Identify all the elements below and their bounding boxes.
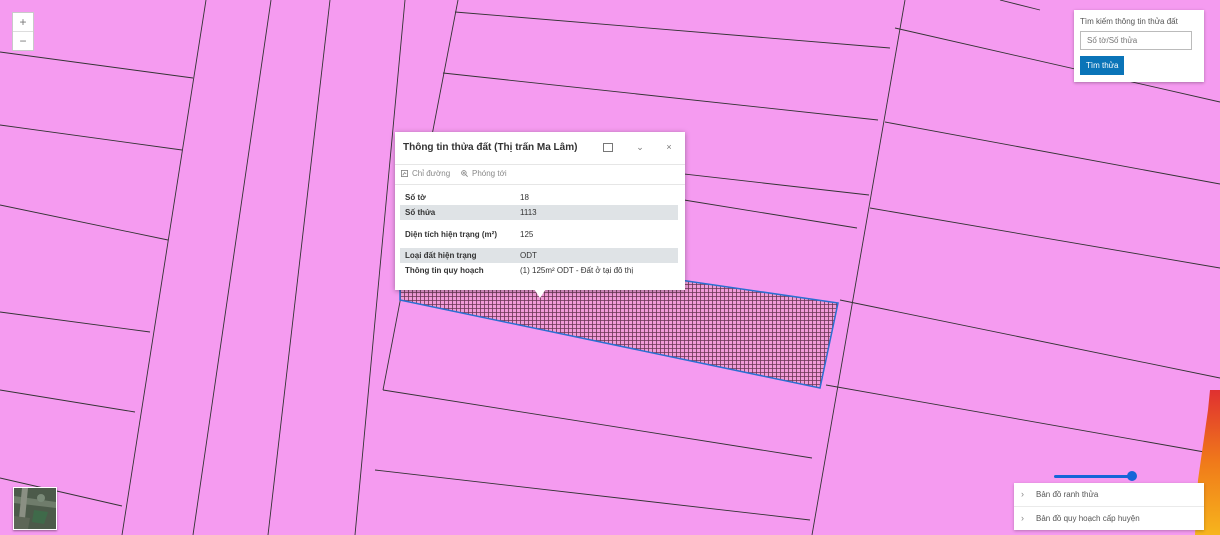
attribute-row: Số tờ 18 [400, 190, 678, 205]
popup-header: Thông tin thửa đất (Thị trấn Ma Lâm) ⌄ × [395, 132, 685, 164]
collapse-button[interactable]: ⌄ [632, 139, 648, 155]
zoom-to-icon [461, 170, 468, 177]
zoom-to-label: Phóng tới [472, 169, 507, 178]
attribute-key: Số thửa [400, 205, 515, 220]
popup-actions: Chỉ đường Phóng tới [395, 164, 685, 185]
directions-icon [401, 170, 408, 177]
attribute-row: Số thửa 1113 [400, 205, 678, 220]
attribute-value: (1) 125m² ODT - Đất ở tại đô thị [520, 266, 634, 275]
attribute-table: Số tờ 18 Số thửa 1113 Diện tích hiện trạ… [400, 190, 678, 278]
attribute-row: Diện tích hiện trạng (m²) 125 [400, 220, 678, 248]
parcel-info-popup: Thông tin thửa đất (Thị trấn Ma Lâm) ⌄ ×… [395, 132, 685, 290]
slider-track [1054, 475, 1132, 478]
attribute-value: 1113 [515, 205, 678, 220]
attribute-row: Loại đất hiện trạng ODT [400, 248, 678, 263]
basemap-toggle-thumbnail[interactable] [13, 487, 57, 530]
zoom-out-button[interactable]: − [13, 31, 33, 50]
chevron-right-icon: › [1021, 489, 1024, 499]
attribute-key: Diện tích hiện trạng (m²) [405, 229, 497, 239]
dock-button[interactable] [600, 139, 616, 155]
search-input[interactable] [1080, 31, 1192, 50]
layer-list: › Bản đồ ranh thửa › Bản đồ quy hoạch cấ… [1014, 483, 1204, 530]
attribute-value: 18 [520, 193, 529, 202]
search-panel: Tìm kiếm thông tin thửa đất Tìm thửa [1074, 10, 1204, 82]
dock-icon [603, 143, 613, 153]
close-icon: × [666, 142, 672, 152]
chevron-right-icon: › [1021, 513, 1024, 523]
close-button[interactable]: × [661, 139, 677, 155]
layer-item-parcel-boundaries[interactable]: › Bản đồ ranh thửa [1014, 483, 1204, 506]
attribute-value: 125 [520, 229, 534, 239]
layer-label: Bản đồ ranh thửa [1036, 490, 1099, 499]
zoom-control: + − [12, 12, 34, 51]
opacity-slider[interactable] [1054, 471, 1137, 481]
chevron-down-icon: ⌄ [636, 142, 644, 152]
layer-label: Bản đồ quy hoạch cấp huyện [1036, 514, 1140, 523]
slider-handle[interactable] [1127, 471, 1137, 481]
search-button[interactable]: Tìm thửa [1080, 56, 1125, 75]
directions-action[interactable]: Chỉ đường [401, 169, 450, 178]
layer-item-district-planning[interactable]: › Bản đồ quy hoạch cấp huyện [1014, 506, 1204, 530]
directions-label: Chỉ đường [412, 169, 451, 178]
zoom-to-action[interactable]: Phóng tới [461, 169, 507, 178]
popup-title: Thông tin thửa đất (Thị trấn Ma Lâm) [403, 142, 578, 153]
zoom-in-button[interactable]: + [13, 13, 33, 31]
attribute-value: ODT [515, 248, 678, 263]
attribute-key: Số tờ [405, 193, 426, 202]
search-title: Tìm kiếm thông tin thửa đất [1080, 17, 1178, 26]
attribute-row: Thông tin quy hoạch (1) 125m² ODT - Đất … [400, 263, 678, 278]
attribute-key: Loại đất hiện trạng [400, 248, 515, 263]
attribute-key: Thông tin quy hoạch [405, 266, 484, 275]
popup-pointer [534, 289, 546, 298]
